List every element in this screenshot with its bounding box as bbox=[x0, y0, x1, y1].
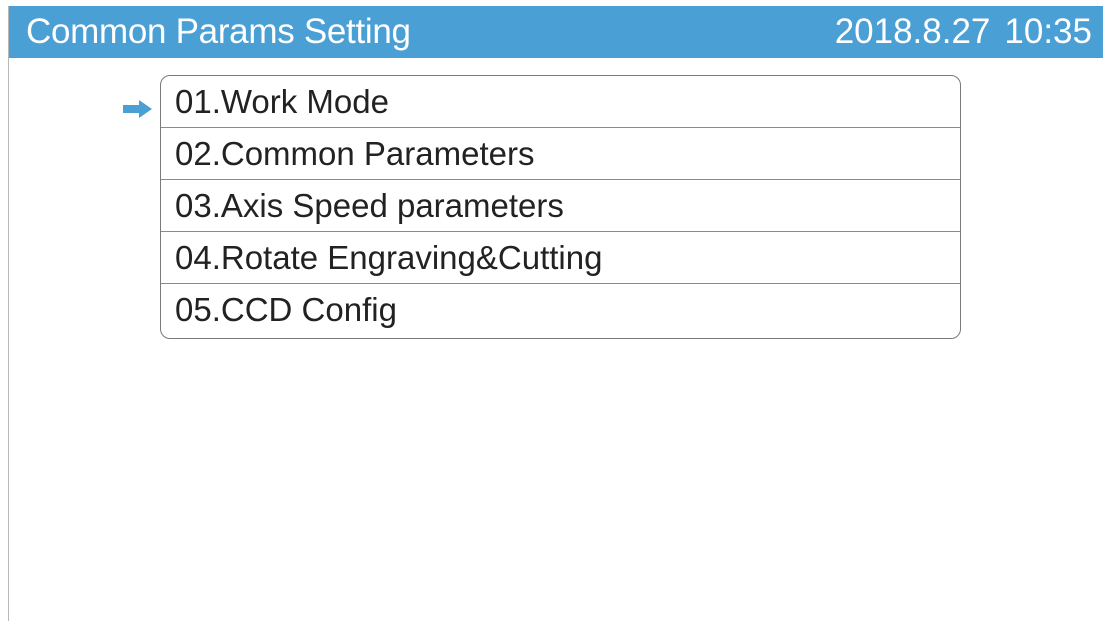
page-title: Common Params Setting bbox=[26, 12, 411, 51]
arrow-right-icon bbox=[123, 100, 152, 118]
menu-item-axis-speed-parameters[interactable]: 03.Axis Speed parameters bbox=[161, 180, 960, 232]
time-text: 10:35 bbox=[1004, 12, 1092, 51]
menu-item-ccd-config[interactable]: 05.CCD Config bbox=[161, 284, 960, 338]
menu-item-work-mode[interactable]: 01.Work Mode bbox=[161, 76, 960, 128]
menu-item-rotate-engraving-cutting[interactable]: 04.Rotate Engraving&Cutting bbox=[161, 232, 960, 284]
datetime-display: 2018.8.27 10:35 bbox=[835, 12, 1092, 52]
params-menu: 01.Work Mode 02.Common Parameters 03.Axi… bbox=[160, 75, 961, 339]
date-text: 2018.8.27 bbox=[834, 12, 991, 51]
title-bar: Common Params Setting 2018.8.27 10:35 bbox=[9, 6, 1103, 58]
settings-screen: Common Params Setting 2018.8.27 10:35 01.… bbox=[8, 6, 1103, 621]
menu-item-common-parameters[interactable]: 02.Common Parameters bbox=[161, 128, 960, 180]
